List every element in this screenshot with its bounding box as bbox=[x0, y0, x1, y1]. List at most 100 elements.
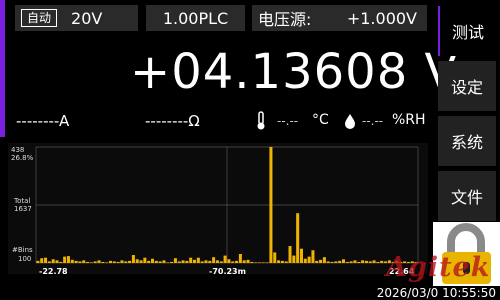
range-chip[interactable]: 自动 20V bbox=[15, 5, 138, 31]
histogram-bar bbox=[44, 257, 48, 263]
humidity-value: --.-- bbox=[362, 114, 384, 128]
histogram-bar bbox=[116, 261, 120, 263]
histogram-bar bbox=[128, 260, 132, 263]
humidity-unit: %RH bbox=[392, 112, 426, 128]
thermometer-icon bbox=[257, 111, 265, 130]
histogram-bar bbox=[284, 261, 288, 263]
histogram-bar bbox=[311, 250, 315, 263]
histogram-bar bbox=[120, 260, 124, 263]
histogram-bar bbox=[193, 259, 197, 263]
histogram-bar bbox=[170, 261, 174, 263]
histogram-bar bbox=[372, 260, 376, 263]
histogram-bar bbox=[139, 260, 143, 263]
histogram-bar bbox=[189, 257, 193, 263]
histogram-bar bbox=[51, 259, 55, 263]
histogram-bar bbox=[315, 260, 319, 263]
sidebar-item-file[interactable]: 文件 bbox=[438, 171, 496, 221]
histogram-bar bbox=[380, 260, 384, 263]
histogram-bar bbox=[345, 261, 349, 263]
histogram-bar bbox=[204, 260, 208, 263]
histogram-bar bbox=[357, 261, 361, 263]
histogram-bar bbox=[250, 261, 254, 263]
brand-watermark: Agitek bbox=[386, 252, 491, 283]
histogram-bar bbox=[200, 261, 204, 263]
histogram-bar bbox=[273, 252, 277, 263]
histogram-bar bbox=[330, 261, 334, 263]
resistance-reading: --------Ω bbox=[145, 112, 200, 130]
nplc-chip[interactable]: 1.00PLC bbox=[146, 5, 245, 31]
histogram-bar bbox=[181, 260, 185, 263]
histogram-bar bbox=[235, 260, 239, 263]
histogram-bar bbox=[105, 262, 109, 263]
histogram-bar bbox=[254, 262, 258, 263]
histogram-bar bbox=[70, 259, 74, 263]
temperature-unit: °C bbox=[312, 112, 329, 128]
histogram-bar bbox=[78, 261, 82, 263]
histogram-bar bbox=[215, 260, 219, 263]
histogram-bar bbox=[223, 255, 227, 263]
histogram-bar bbox=[353, 260, 357, 263]
sidebar-item-settings[interactable]: 设定 bbox=[438, 61, 496, 111]
histogram-bar bbox=[361, 260, 365, 263]
histogram-bar bbox=[257, 262, 261, 263]
hist-x-mid: -70.23m bbox=[209, 267, 246, 276]
source-value: +1.000V bbox=[346, 8, 417, 28]
histogram-bar bbox=[269, 147, 273, 263]
histogram-bar bbox=[296, 213, 300, 263]
histogram-bar bbox=[93, 261, 97, 263]
sidebar-item-system[interactable]: 系统 bbox=[438, 116, 496, 166]
histogram-bar bbox=[112, 261, 116, 263]
histogram-bar bbox=[166, 262, 170, 263]
histogram-bar bbox=[196, 257, 200, 263]
histogram-bar bbox=[59, 261, 63, 263]
histogram-bar bbox=[154, 260, 158, 263]
histogram-grid bbox=[35, 146, 419, 264]
histogram-bar bbox=[101, 261, 105, 263]
histogram-bar bbox=[151, 258, 155, 263]
hist-total-value: 1637 bbox=[14, 205, 32, 213]
histogram-bar bbox=[280, 260, 284, 263]
histogram-bar bbox=[227, 259, 231, 263]
histogram-bar bbox=[47, 261, 51, 263]
current-reading: --------A bbox=[16, 112, 70, 130]
histogram-bar bbox=[177, 261, 181, 263]
histogram-bar bbox=[89, 262, 93, 263]
histogram-bar bbox=[36, 260, 40, 263]
histogram-bar bbox=[185, 260, 189, 263]
histogram-bar bbox=[368, 261, 372, 263]
histogram-bar bbox=[55, 260, 59, 263]
range-value: 20V bbox=[71, 8, 103, 28]
histogram-bar bbox=[265, 262, 269, 263]
voltage-source-chip[interactable]: 电压源: +1.000V bbox=[252, 5, 427, 31]
histogram-bar bbox=[246, 259, 250, 263]
histogram-bar bbox=[74, 260, 78, 263]
histogram-bar bbox=[338, 260, 342, 263]
temperature-value: --.-- bbox=[277, 114, 299, 128]
sidebar-item-test[interactable]: 测试 bbox=[438, 6, 496, 56]
histogram-bar bbox=[63, 256, 67, 263]
hist-total-label: Total bbox=[14, 197, 31, 205]
histogram-bar bbox=[292, 255, 296, 263]
histogram-bar bbox=[322, 257, 326, 263]
histogram-bar bbox=[143, 257, 147, 263]
hist-bins-value: 100 bbox=[18, 255, 32, 263]
histogram-bar bbox=[173, 258, 177, 263]
histogram-bar bbox=[158, 261, 162, 263]
histogram-bar bbox=[66, 256, 70, 263]
histogram-bar bbox=[334, 261, 338, 263]
histogram-bar bbox=[326, 261, 330, 263]
histogram-bar bbox=[40, 258, 44, 263]
histogram-bar bbox=[231, 261, 235, 263]
hist-bins-label: #Bins bbox=[12, 246, 33, 254]
histogram-bar bbox=[319, 259, 323, 263]
histogram-bar bbox=[288, 246, 292, 263]
histogram-bar bbox=[299, 248, 303, 263]
histogram-bar bbox=[242, 260, 246, 263]
datetime-display: 2026/03/0 10:55:50 bbox=[376, 286, 496, 300]
auto-range-badge[interactable]: 自动 bbox=[21, 9, 58, 27]
histogram-bar bbox=[219, 261, 223, 263]
source-label: 电压源: bbox=[258, 10, 312, 29]
histogram-bar bbox=[147, 260, 151, 263]
histogram-bar bbox=[208, 260, 212, 263]
histogram-bar bbox=[307, 256, 311, 263]
